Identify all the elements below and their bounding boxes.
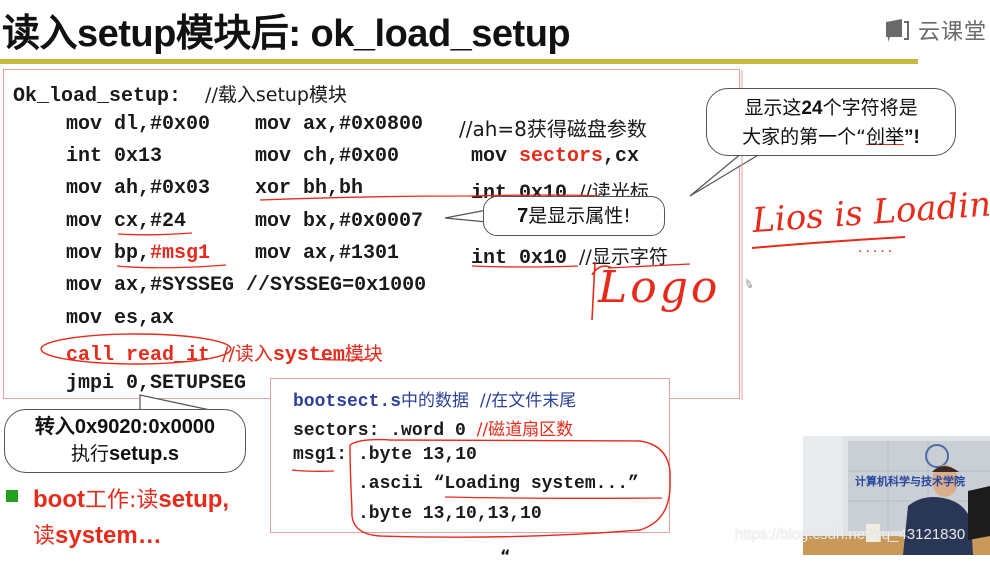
slide-title: 读入setup模块后: ok_load_setup <box>2 13 571 55</box>
handwriting-dots: ..... <box>858 240 896 256</box>
code-token: mov ax,#SYSSEG <box>66 274 235 297</box>
title-underline-bar <box>0 59 918 64</box>
callout-text: 是显示属性! <box>528 205 631 227</box>
partial-quote-glyph: “ <box>500 546 511 565</box>
callout-display-attr: 7是显示属性! <box>483 196 665 236</box>
video-banner-text: 计算机科学与技术学院 <box>855 475 965 488</box>
callout-text: 显示这 <box>744 97 802 119</box>
bullet-token: setup, <box>158 486 230 513</box>
bullet-line-1: boot工作:读setup, <box>33 482 229 514</box>
code-comment: 模块 <box>344 343 383 365</box>
callout-text: 执行 <box>70 443 109 465</box>
data-token: sectors: .word 0 <box>293 421 466 441</box>
bullet-square-icon <box>6 490 18 502</box>
data-comment: //磁道扇区数 <box>476 420 574 440</box>
data-header-cn: 中的数据 <box>401 391 470 411</box>
callout-24-chars: 显示这24个字符将是 大家的第一个“创举”! <box>706 88 956 156</box>
code-token: mov <box>471 145 520 168</box>
code-comment: //读入 <box>222 343 273 365</box>
brand-logo: 云课堂 <box>884 14 987 46</box>
data-msg1-label: msg1: <box>293 445 348 465</box>
code-comment: //载入setup模块 <box>205 84 347 106</box>
code-row-3-col-2: xor bh,bh <box>255 177 364 200</box>
callout-line-2: 大家的第一个“创举”! <box>707 123 955 152</box>
data-msg-line-1: .byte 13,10 <box>358 445 477 465</box>
logo-text: 云课堂 <box>918 20 988 45</box>
code-comment-em: system <box>272 344 345 367</box>
callout-text-bold: setup.s <box>108 443 180 465</box>
bullet-token: boot <box>33 486 85 513</box>
code-row-5-col-1: mov bp,#msg1 <box>66 242 210 265</box>
data-msg-line-3: .byte 13,10,13,10 <box>358 504 542 524</box>
code-row-1-col-1: mov dl,#0x00 <box>66 113 211 136</box>
data-header-comment: //在文件末尾 <box>479 391 577 411</box>
data-box-header: bootsect.s中的数据 //在文件末尾 <box>293 386 576 412</box>
code-token: ,cx <box>603 145 640 168</box>
book-chat-icon <box>886 19 909 42</box>
bullet-line-2: 读system… <box>33 518 162 550</box>
callout-number: 7 <box>517 205 529 227</box>
code-row-7: mov es,ax <box>66 307 175 330</box>
code-row-2-col-2: mov ch,#0x00 <box>255 145 400 168</box>
callout-text: 大家的第一个“ <box>742 126 866 148</box>
code-row-3-col-1: mov ah,#0x03 <box>66 177 211 200</box>
code-row-4-col-2: mov bx,#0x0007 <box>255 210 424 233</box>
code-token-sectors: sectors <box>519 145 604 168</box>
code-label: Ok_load_setup: <box>13 85 182 108</box>
watermark-text: https://blog.csdn.net/qq_43121830 <box>735 526 966 543</box>
callout-number: 24 <box>801 98 823 119</box>
code-row-9: jmpi 0,SETUPSEG <box>66 372 247 395</box>
callout-line-2: 执行setup.s <box>5 441 245 468</box>
code-row-1-col-2: mov ax,#0x0800 <box>255 113 424 136</box>
bullet-token: system… <box>55 522 162 549</box>
callout-text-emphasis: 创举 <box>866 126 905 148</box>
handwriting-boot-message: Lios is Loading <box>750 182 990 242</box>
data-sectors-line: sectors: .word 0 //磁道扇区数 <box>293 415 573 441</box>
code-row-8: call read_it //读入system模块 <box>66 339 383 367</box>
code-row-5-col-2: mov ax,#1301 <box>255 242 400 265</box>
code-row-2-col-1: int 0x13 <box>66 145 163 168</box>
data-msg-line-2: .ascii “Loading system...” <box>358 474 639 494</box>
code-row-6: mov ax,#SYSSEG //SYSSEG=0x1000 <box>66 274 426 297</box>
code-row-2-col-3: mov sectors,cx <box>471 145 639 168</box>
bullet-token: 工作:读 <box>84 488 159 513</box>
callout-line-1: 转入0x9020:0x0000 <box>34 416 216 438</box>
callout-text: ”! <box>904 127 920 148</box>
code-token: int 0x10 <box>471 247 568 270</box>
code-label-line: Ok_load_setup: //载入setup模块 <box>13 80 347 108</box>
code-token: mov bp, <box>66 242 151 265</box>
handwriting-logo: Logo <box>598 262 721 313</box>
callout-jump-setup: 转入0x9020:0x0000 执行setup.s <box>4 409 246 473</box>
code-row-4-col-1: mov cx,#24 <box>66 210 187 233</box>
callout-text: 个字符将是 <box>822 97 918 119</box>
code-comment: //SYSSEG=0x1000 <box>246 274 427 297</box>
callout-line-1: 显示这24个字符将是 <box>707 94 955 123</box>
bullet-token: 读 <box>33 524 56 549</box>
pen-cursor-icon: ✎ <box>741 274 757 292</box>
code-row-1-comment: //ah=8获得磁盘参数 <box>459 117 647 141</box>
data-header-code: bootsect.s <box>293 392 402 412</box>
code-token-call-read-it: call read_it <box>66 344 211 367</box>
code-token-msg1: #msg1 <box>150 242 211 265</box>
